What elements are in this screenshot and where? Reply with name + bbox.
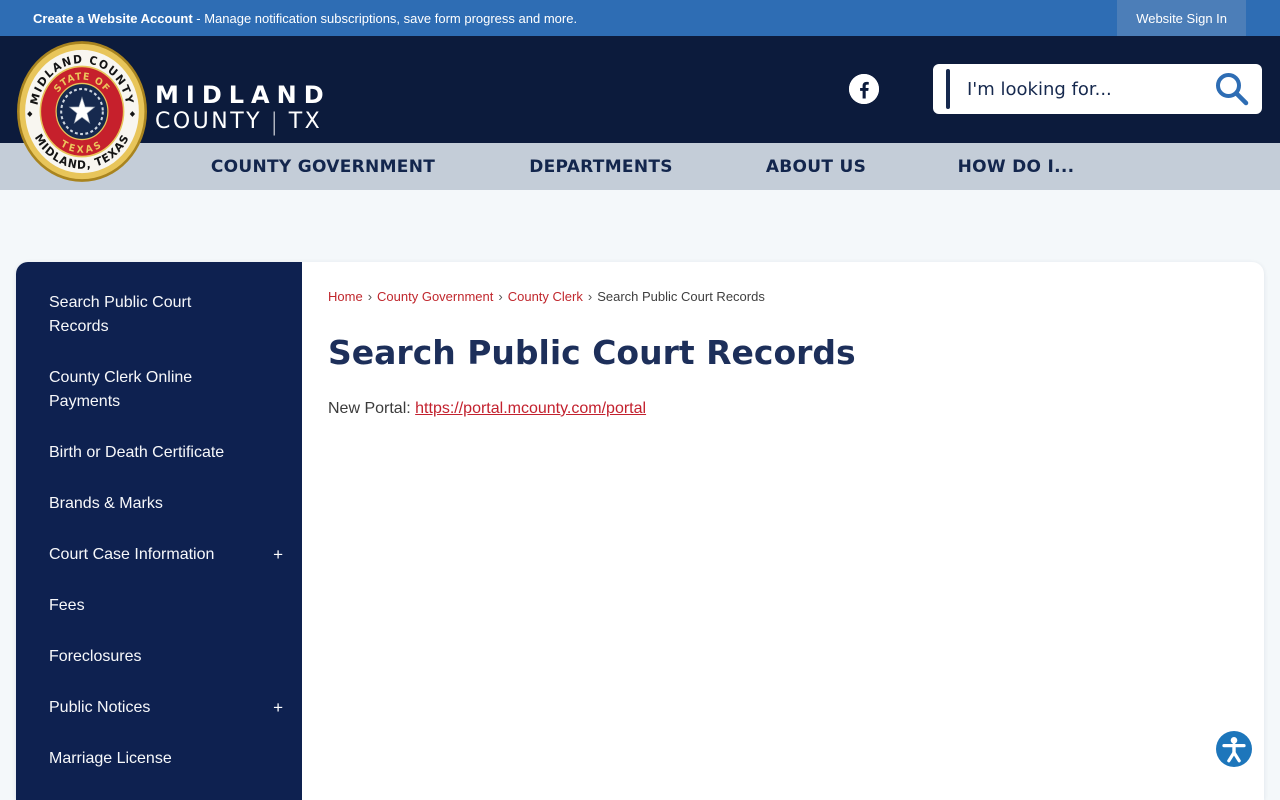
expand-plus-icon[interactable]: + — [273, 696, 283, 720]
site-search — [933, 64, 1262, 114]
sidebar-item-label: Birth or Death Certificate — [49, 444, 225, 461]
county-seal-logo[interactable]: MIDLAND COUNTY MIDLAND, TEXAS ◆ ◆ STATE … — [16, 40, 148, 183]
sidebar-item-birth-or-death-certificate[interactable]: Birth or Death Certificate — [49, 441, 283, 465]
page-content: Home › County Government › County Clerk › Sear… — [302, 262, 1264, 434]
sidebar-item-court-case-information[interactable]: Court Case Information + — [49, 543, 283, 567]
sidebar-item-marriage-license[interactable]: Marriage License — [49, 747, 283, 771]
sidebar-item-fees[interactable]: Fees — [49, 594, 283, 618]
nav-how-do-i[interactable]: HOW DO I... — [958, 157, 1075, 177]
top-promo-bar: Create a Website Account - Manage notifi… — [0, 0, 1280, 36]
logo-county-word: COUNTY — [155, 109, 263, 134]
sidebar-item-label: Search Public Court Records — [49, 294, 192, 335]
sidebar-item-foreclosures[interactable]: Foreclosures — [49, 645, 283, 669]
page-title: Search Public Court Records — [328, 333, 856, 372]
breadcrumb-separator: › — [587, 289, 593, 304]
logo-county-name: MIDLAND — [155, 81, 331, 109]
nav-departments[interactable]: DEPARTMENTS — [529, 157, 673, 177]
sidebar-item-label: Court Case Information — [49, 546, 215, 563]
breadcrumb-home[interactable]: Home — [328, 289, 363, 304]
sidebar-item-label: County Clerk Online Payments — [49, 369, 193, 410]
sidebar-item-search-public-court-records[interactable]: Search Public Court Records — [49, 291, 283, 339]
portal-paragraph: New Portal: https://portal.mcounty.com/p… — [328, 400, 1224, 418]
search-icon — [1216, 73, 1249, 106]
portal-url-link[interactable]: https://portal.mcounty.com/portal — [415, 400, 646, 417]
seal-right-ornament: ◆ — [130, 109, 136, 118]
breadcrumb-county-clerk[interactable]: County Clerk — [508, 289, 583, 304]
sidebar-item-label: Public Notices — [49, 699, 151, 716]
breadcrumb-separator: › — [498, 289, 503, 304]
facebook-icon[interactable] — [849, 74, 879, 104]
breadcrumb-current-page: Search Public Court Records — [597, 289, 765, 304]
nav-about-us[interactable]: ABOUT US — [766, 157, 866, 177]
logo-county-state: COUNTY | TX — [155, 109, 331, 135]
logo-state-abbr: TX — [288, 109, 323, 134]
main-navigation: COUNTY GOVERNMENT DEPARTMENTS ABOUT US H… — [0, 143, 1280, 190]
sidebar-item-brands-and-marks[interactable]: Brands & Marks — [49, 492, 283, 516]
seal-left-ornament: ◆ — [27, 109, 33, 118]
search-accent-bar — [946, 69, 950, 109]
sidebar-item-label: Foreclosures — [49, 648, 142, 665]
sidebar-item-county-clerk-online-payments[interactable]: County Clerk Online Payments — [49, 366, 283, 414]
sidebar-item-label: Brands & Marks — [49, 495, 163, 512]
website-sign-in-button[interactable]: Website Sign In — [1117, 0, 1246, 36]
promo-text: Create a Website Account - Manage notifi… — [33, 11, 577, 26]
expand-plus-icon[interactable]: + — [273, 543, 283, 567]
sidebar-item-label: Fees — [49, 597, 85, 614]
facebook-f-glyph — [849, 74, 879, 104]
content-card: Search Public Court Records County Clerk… — [16, 262, 1264, 800]
site-logo-text[interactable]: MIDLAND COUNTY | TX — [155, 82, 331, 135]
breadcrumb-separator: › — [367, 289, 373, 304]
accessibility-icon — [1216, 731, 1252, 767]
sidebar-item-public-notices[interactable]: Public Notices + — [49, 696, 283, 720]
promo-tagline: - Manage notification subscriptions, sav… — [192, 10, 578, 26]
search-input[interactable] — [965, 77, 1212, 101]
sidebar-item-label: Marriage License — [49, 750, 172, 767]
accessibility-widget-button[interactable] — [1216, 731, 1252, 767]
portal-label: New Portal: — [328, 400, 411, 417]
breadcrumb-county-government[interactable]: County Government — [377, 289, 493, 304]
site-header: MIDLAND COUNTY | TX — [0, 36, 1280, 143]
section-sidebar: Search Public Court Records County Clerk… — [16, 262, 302, 800]
nav-county-government[interactable]: COUNTY GOVERNMENT — [211, 157, 435, 177]
breadcrumb: Home › County Government › County Clerk › Sear… — [328, 289, 1224, 305]
logo-divider: | — [270, 108, 281, 136]
search-submit-button[interactable] — [1212, 69, 1252, 109]
create-account-link[interactable]: Create a Website Account — [33, 11, 193, 26]
